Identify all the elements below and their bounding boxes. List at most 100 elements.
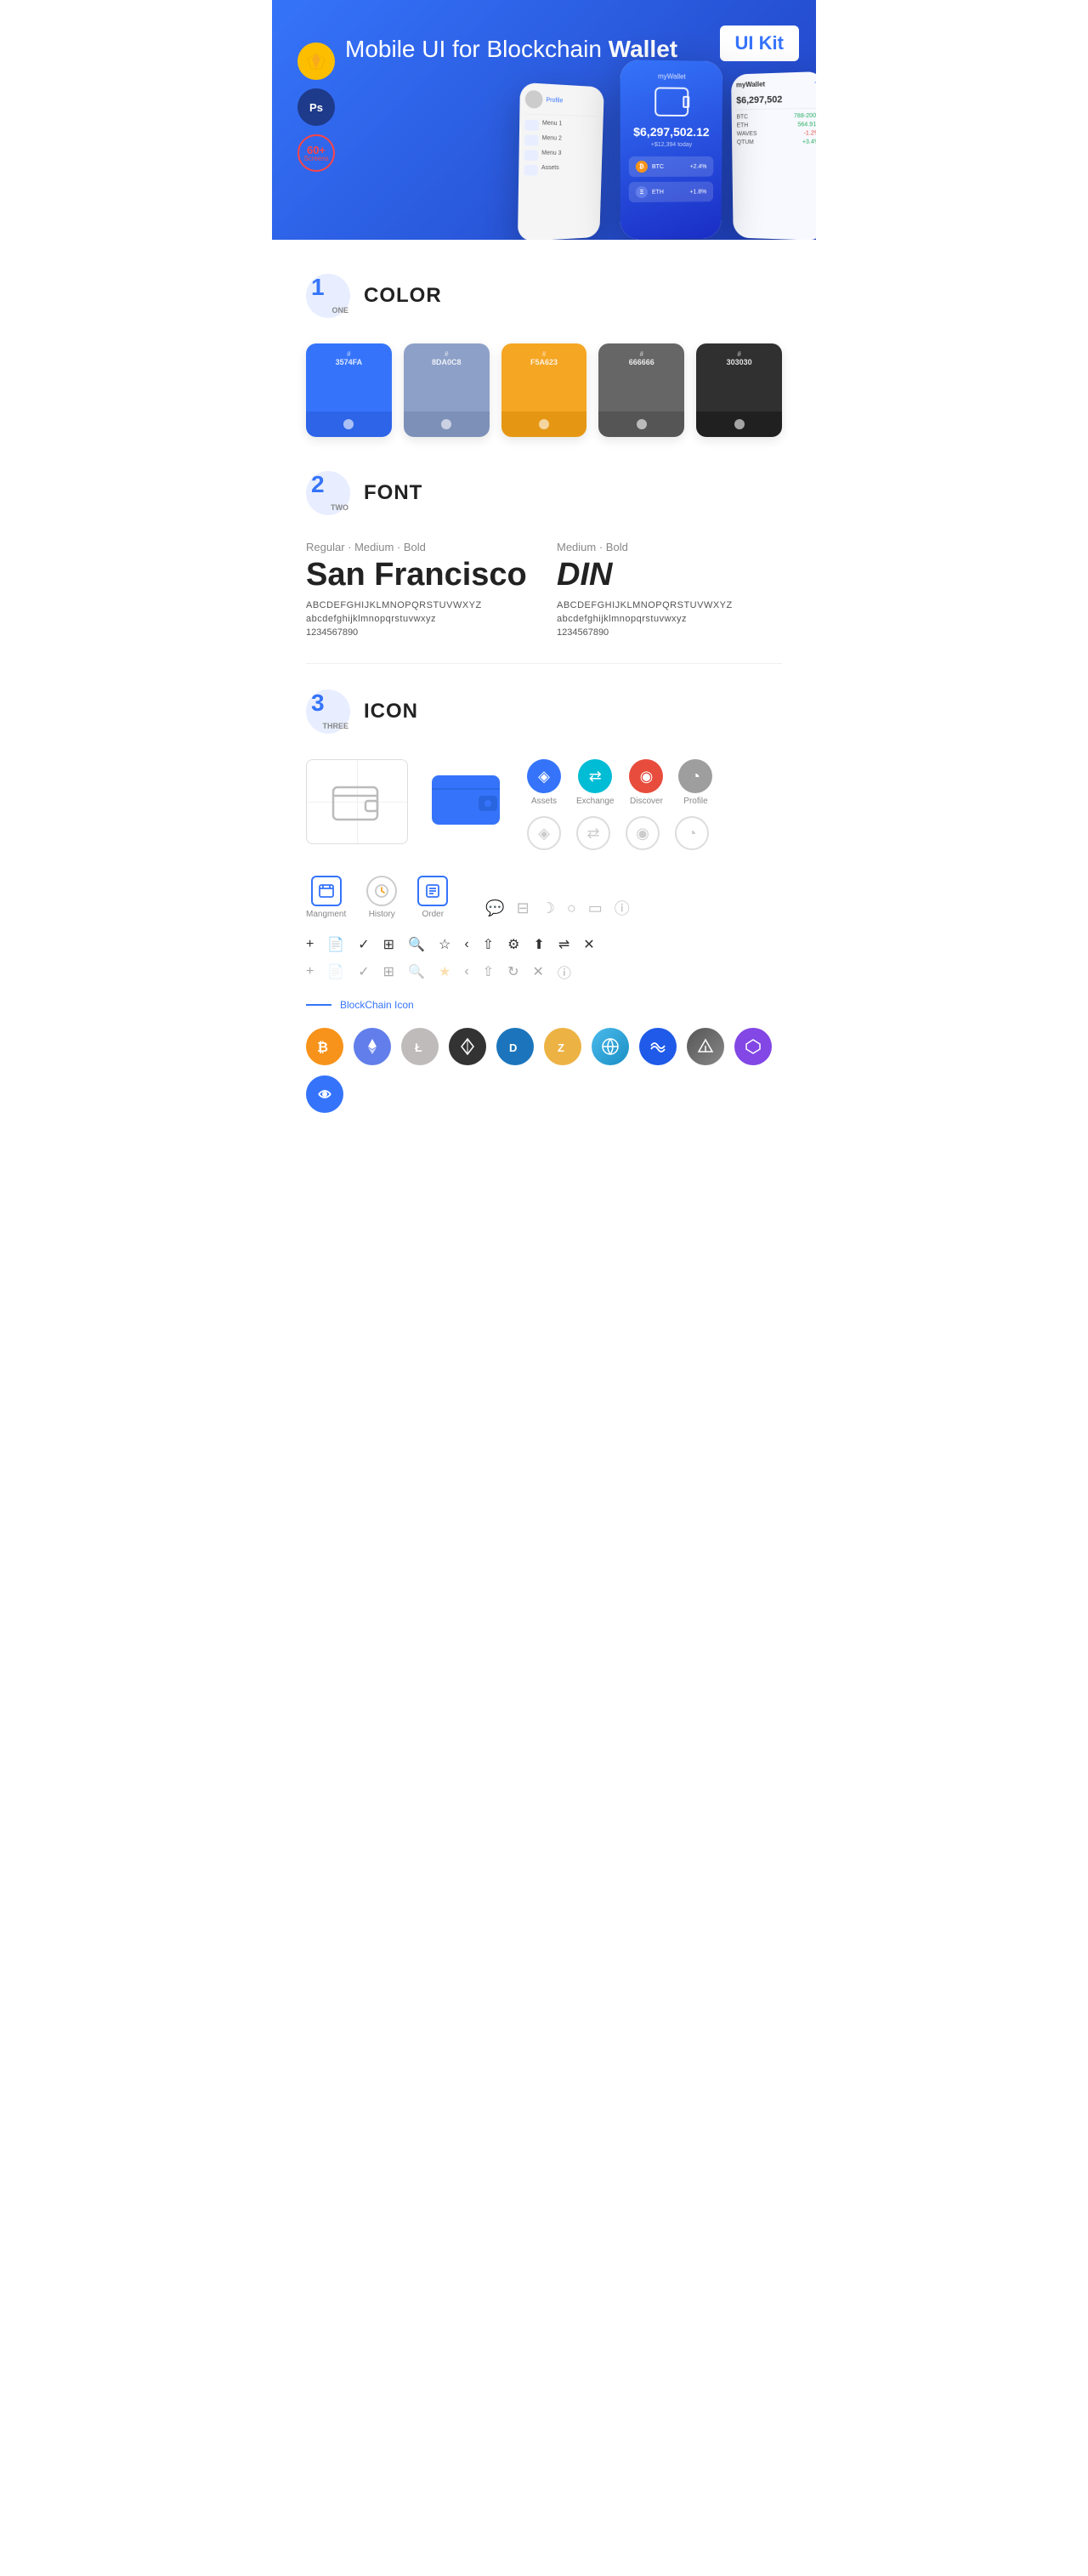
color-swatch-orange: # F5A623 [502, 343, 587, 437]
waves-icon [639, 1028, 677, 1065]
share-outline-icon: ⇧ [483, 963, 494, 980]
dash-icon: D [496, 1028, 534, 1065]
nav-icons-column: ◈ Assets ⇄ Exchange ◉ Discover ◔ Profile [527, 759, 712, 850]
history-icon-svg [374, 883, 389, 899]
assets-outline-icon: ◈ [527, 816, 561, 850]
back-outline-icon: ‹ [464, 964, 468, 979]
sf-name: San Francisco [306, 557, 531, 593]
sf-lower: abcdefghijklmnopqrstuvwxyz [306, 614, 531, 624]
icon-main-row: ◈ Assets ⇄ Exchange ◉ Discover ◔ Profile [306, 759, 782, 850]
nav-icons-filled-row: ◈ Assets ⇄ Exchange ◉ Discover ◔ Profile [527, 759, 712, 806]
ps-badge: Ps [298, 88, 335, 126]
close-outline-icon: ✕ [532, 963, 543, 980]
chat-icon: 💬 [485, 899, 504, 917]
settings-icon: ⚙ [507, 936, 519, 953]
doc-icon: 📄 [327, 936, 344, 953]
management-label: Mangment [306, 910, 346, 919]
check-outline-icon: ✓ [358, 963, 369, 980]
din-lower: abcdefghijklmnopqrstuvwxyz [557, 614, 782, 624]
zec-icon: Z [544, 1028, 581, 1065]
crypto-icons-row: ₿ Ł D Z [306, 1028, 782, 1113]
swap-icon: ⇌ [558, 936, 570, 953]
order-icon [417, 876, 448, 906]
qr-outline-icon: ⊞ [383, 963, 394, 980]
ui-kit-badge: UI Kit [720, 26, 799, 61]
assets-icon: ◈ [527, 759, 561, 793]
refresh-icon: ↻ [507, 963, 518, 980]
divider-2-3 [306, 663, 782, 664]
svg-text:₿: ₿ [317, 1040, 328, 1055]
search-outline-icon: 🔍 [408, 963, 425, 980]
qr-icon: ⊞ [383, 936, 394, 953]
din-upper: ABCDEFGHIJKLMNOPQRSTUVWXYZ [557, 600, 782, 610]
font-din: Medium · Bold DIN ABCDEFGHIJKLMNOPQRSTUV… [557, 541, 782, 638]
nav-icon-profile: ◔ Profile [678, 759, 712, 806]
nav-icons-outline-row: ◈ ⇄ ◉ ◔ [527, 816, 712, 850]
history-label: History [369, 910, 395, 919]
hero-section: Ps 60+ Screens Mobile UI for Blockchain … [272, 0, 816, 240]
plus-icon: + [306, 937, 314, 952]
matic-icon [734, 1028, 772, 1065]
search-icon: 🔍 [408, 936, 425, 953]
share-icon: ⇧ [483, 936, 494, 953]
doc-outline-icon: 📄 [327, 963, 344, 980]
nav-icon-discover: ◉ Discover [629, 759, 663, 806]
circle-icon: ○ [567, 899, 576, 917]
utility-icons-active: + 📄 ✓ ⊞ 🔍 ☆ ‹ ⇧ ⚙ ⬆ ⇌ ✕ [306, 936, 782, 953]
nav-icon-exchange: ⇄ Exchange [576, 759, 614, 806]
sf-numbers: 1234567890 [306, 627, 531, 638]
check-icon: ✓ [358, 936, 369, 953]
profile-label: Profile [683, 797, 707, 806]
neo-icon [449, 1028, 486, 1065]
order-icon-svg [426, 884, 439, 898]
history-icon [366, 876, 397, 906]
section-number-3: 3 THREE [306, 689, 350, 734]
icon-title: ICON [364, 700, 418, 723]
din-name: DIN [557, 557, 782, 593]
color-swatch-blue: # 3574FA [306, 343, 392, 437]
icon-wireframe-box [306, 759, 408, 844]
discover-label: Discover [630, 797, 663, 806]
font-title: FONT [364, 481, 422, 505]
ltc-icon: Ł [401, 1028, 439, 1065]
defi-icon [306, 1075, 343, 1113]
btc-icon: ₿ [306, 1028, 343, 1065]
net-icon [592, 1028, 629, 1065]
svg-text:Z: Z [558, 1041, 564, 1054]
screens-badge: 60+ Screens [298, 134, 335, 172]
history-nav-item: History [366, 876, 397, 919]
sf-upper: ABCDEFGHIJKLMNOPQRSTUVWXYZ [306, 600, 531, 610]
sketch-badge [298, 43, 335, 80]
discover-icon: ◉ [629, 759, 663, 793]
sf-style: Regular · Medium · Bold [306, 541, 531, 553]
wallet-wireframe-icon [332, 780, 382, 823]
svg-text:D: D [509, 1041, 517, 1054]
din-style: Medium · Bold [557, 541, 782, 553]
misc-icons-row: 💬 ⊟ ☽ ○ ▭ ⓘ [485, 897, 630, 919]
stack-icon: ⊟ [517, 899, 530, 917]
exchange-label: Exchange [576, 797, 614, 806]
blockchain-label: BlockChain Icon [340, 999, 414, 1011]
colors-row: # 3574FA # 8DA0C8 # F5A623 # 666666 [306, 343, 782, 437]
info-icon: ⓘ [615, 897, 630, 919]
blockchain-line [306, 1004, 332, 1006]
star-active-icon: ★ [439, 963, 450, 980]
message-icon: ▭ [588, 899, 603, 917]
exchange-outline-icon: ⇄ [576, 816, 610, 850]
discover-outline-icon: ◉ [626, 816, 660, 850]
font-sf: Regular · Medium · Bold San Francisco AB… [306, 541, 531, 638]
eth-icon [354, 1028, 391, 1065]
profile-outline-icon: ◔ [675, 816, 709, 850]
din-numbers: 1234567890 [557, 627, 782, 638]
color-swatch-dark: # 303030 [696, 343, 782, 437]
blockchain-divider: BlockChain Icon [306, 999, 782, 1011]
management-icon [311, 876, 342, 906]
xmr-icon [687, 1028, 724, 1065]
svg-text:Ł: Ł [415, 1041, 422, 1054]
bottom-nav-icons-row: Mangment History Order [306, 876, 782, 919]
font-section-header: 2 TWO FONT [306, 471, 782, 515]
profile-icon: ◔ [678, 759, 712, 793]
back-icon: ‹ [464, 937, 468, 952]
icon-section-header: 3 THREE ICON [306, 689, 782, 734]
color-title: COLOR [364, 284, 442, 308]
